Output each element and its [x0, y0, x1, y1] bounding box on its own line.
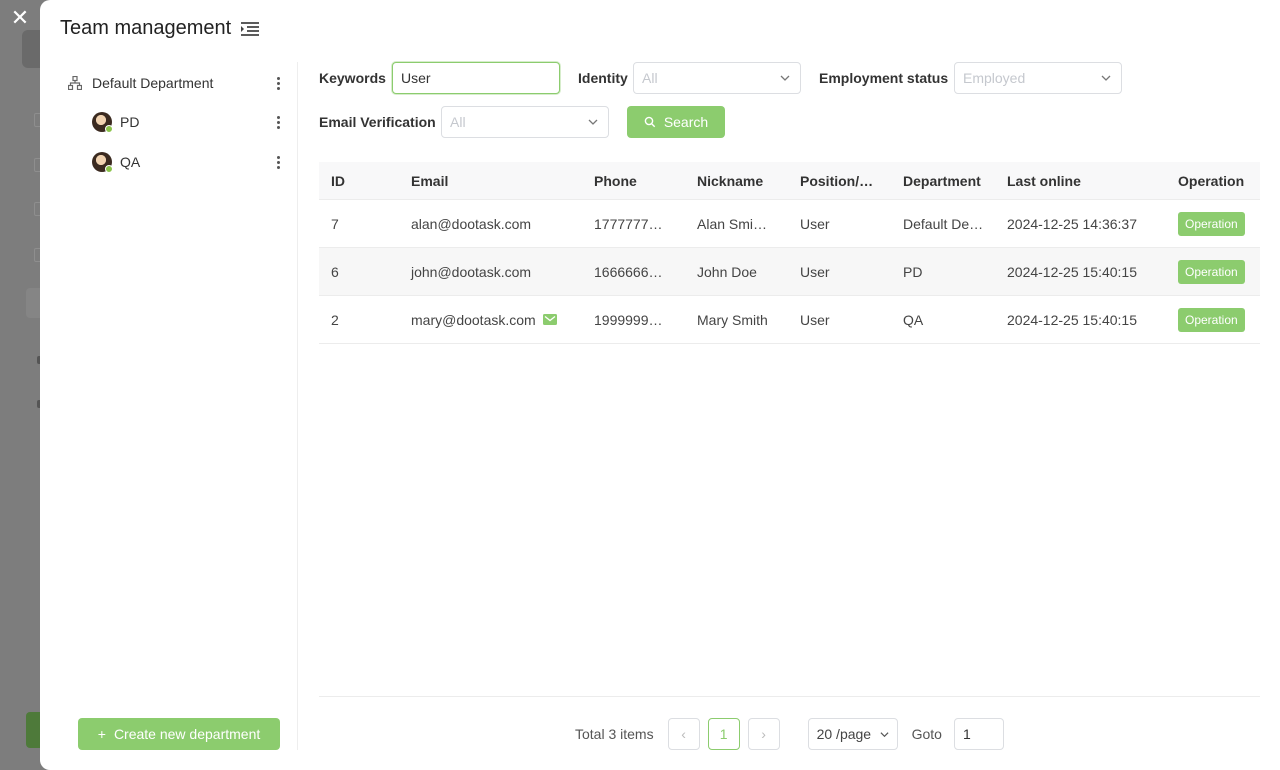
goto-label: Goto — [911, 726, 942, 742]
goto-page-input[interactable] — [953, 718, 1004, 750]
page-number-button[interactable]: 1 — [707, 718, 740, 750]
column-header: ID — [331, 172, 345, 189]
search-icon — [644, 116, 656, 128]
pagination: Total 3 items ‹ 1 › 20 /page Goto — [575, 718, 1004, 750]
identity-label: Identity — [578, 70, 628, 86]
department-label: QA — [120, 154, 141, 170]
cell-id: 7 — [331, 215, 339, 232]
cell-phone: 1999999… — [594, 311, 663, 328]
team-management-drawer: Team management Default Department PD QA — [40, 0, 1280, 770]
identity-select[interactable]: All — [633, 62, 801, 94]
department-label: PD — [120, 114, 140, 130]
cell-email: alan@dootask.com — [399, 216, 582, 232]
column-header: Phone — [594, 172, 637, 189]
chevron-down-icon — [780, 75, 790, 81]
cell-department: Default De… — [903, 215, 984, 232]
org-tree-icon — [68, 76, 82, 90]
employment-select-value: Employed — [963, 70, 1026, 86]
email-text: mary@dootask.com — [411, 311, 536, 328]
email-verified-icon — [542, 314, 557, 325]
more-vertical-icon[interactable] — [270, 75, 286, 91]
email-text: john@dootask.com — [411, 263, 532, 280]
more-vertical-icon[interactable] — [270, 154, 286, 170]
email-text: alan@dootask.com — [411, 215, 532, 232]
close-icon[interactable]: ✕ — [8, 6, 32, 30]
column-header: Department — [903, 172, 981, 189]
cell-position: User — [800, 311, 830, 328]
cell-phone: 1777777… — [594, 215, 663, 232]
search-button[interactable]: Search — [627, 106, 725, 138]
plus-icon: + — [97, 726, 106, 742]
cell-last-online: 2024-12-25 15:40:15 — [1007, 263, 1137, 280]
department-item-qa[interactable]: QA — [60, 142, 298, 182]
create-department-button[interactable]: + Create new department — [78, 718, 280, 750]
column-header: Nickname — [697, 172, 764, 189]
page-size-select[interactable]: 20 /page — [807, 718, 898, 750]
keywords-input[interactable] — [392, 62, 560, 94]
cell-position: User — [800, 263, 830, 280]
cell-operation: Operation — [1166, 211, 1260, 236]
chevron-down-icon — [1101, 75, 1111, 81]
main-content: Keywords Identity All Employment status … — [319, 62, 1260, 750]
search-button-label: Search — [663, 114, 709, 130]
drawer-title-row: Team management — [60, 17, 260, 40]
table-footer-divider — [319, 696, 1260, 697]
cell-department: PD — [903, 263, 923, 280]
cell-last-online: 2024-12-25 14:36:37 — [1007, 215, 1137, 232]
avatar — [92, 152, 113, 173]
total-items: Total 3 items — [575, 726, 654, 742]
cell-nickname: John Doe — [697, 263, 757, 280]
page-title: Team management — [60, 17, 232, 39]
employment-status-label: Employment status — [819, 70, 949, 86]
email-verification-value: All — [450, 114, 466, 130]
cell-position: User — [800, 215, 830, 232]
identity-select-value: All — [642, 70, 658, 86]
column-header: Email — [411, 172, 449, 189]
create-department-label: Create new department — [113, 726, 261, 742]
prev-page-button[interactable]: ‹ — [667, 718, 700, 750]
chevron-down-icon — [588, 119, 598, 125]
email-verification-label: Email Verification — [319, 114, 436, 130]
cell-nickname: Mary Smith — [697, 311, 768, 328]
department-item-default[interactable]: Default Department — [60, 63, 298, 103]
keywords-label: Keywords — [319, 70, 386, 86]
column-header: Position/… — [800, 172, 874, 189]
avatar — [92, 112, 113, 133]
more-vertical-icon[interactable] — [270, 114, 286, 130]
cell-operation: Operation — [1166, 307, 1260, 332]
department-panel: Default Department PD QA + Create new de… — [60, 62, 298, 750]
operation-button[interactable]: Operation — [1178, 259, 1245, 284]
cell-id: 2 — [331, 311, 339, 328]
chevron-right-icon: › — [761, 726, 766, 742]
cell-department: QA — [903, 311, 924, 328]
list-indent-icon[interactable] — [241, 21, 260, 36]
cell-nickname: Alan Smi… — [697, 215, 768, 232]
members-table: ID Email Phone Nickname Position/… Depar… — [319, 162, 1260, 344]
cell-operation: Operation — [1166, 259, 1260, 284]
column-header: Operation — [1178, 172, 1245, 189]
chevron-down-icon — [880, 732, 889, 738]
next-page-button[interactable]: › — [747, 718, 780, 750]
cell-phone: 1666666… — [594, 263, 663, 280]
cell-id: 6 — [331, 263, 339, 280]
table-row: 6 john@dootask.com 1666666… John Doe Use… — [319, 248, 1260, 296]
department-item-pd[interactable]: PD — [60, 102, 298, 142]
operation-button[interactable]: Operation — [1178, 307, 1245, 332]
employment-status-select[interactable]: Employed — [954, 62, 1122, 94]
chevron-left-icon: ‹ — [681, 726, 686, 742]
operation-button[interactable]: Operation — [1178, 211, 1245, 236]
page-size-value: 20 /page — [816, 726, 872, 742]
table-row: 7 alan@dootask.com 1777777… Alan Smi… Us… — [319, 200, 1260, 248]
column-header: Last online — [1007, 172, 1081, 189]
email-verification-select[interactable]: All — [441, 106, 609, 138]
table-header: ID Email Phone Nickname Position/… Depar… — [319, 162, 1260, 200]
department-label: Default Department — [92, 75, 214, 91]
table-row: 2 mary@dootask.com 1999999… Mary Smith U… — [319, 296, 1260, 344]
cell-last-online: 2024-12-25 15:40:15 — [1007, 311, 1137, 328]
cell-email: mary@dootask.com — [399, 312, 582, 328]
cell-email: john@dootask.com — [399, 264, 582, 280]
